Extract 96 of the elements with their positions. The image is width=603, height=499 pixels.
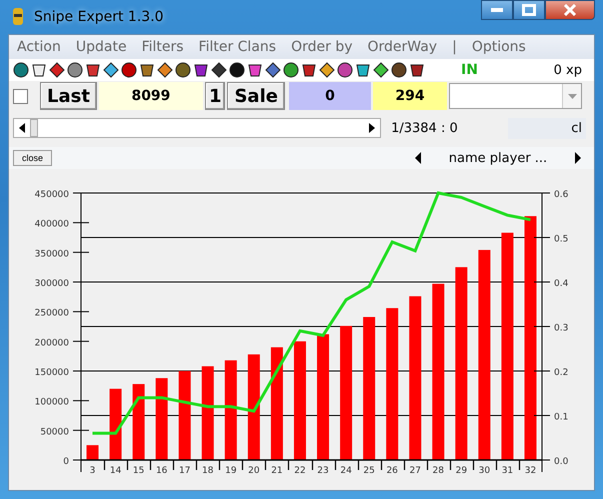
clan-emblem-icon[interactable] — [175, 62, 191, 78]
menu-item[interactable]: Options — [472, 39, 526, 55]
clan-emblem-icon[interactable] — [193, 62, 209, 78]
menu-item[interactable]: Update — [76, 39, 127, 55]
axis-label: 0.1 — [554, 412, 568, 422]
axis-label: 300000 — [34, 279, 69, 289]
axis-label: 0.2 — [554, 368, 568, 378]
clan-emblem-icon[interactable] — [247, 62, 263, 78]
axis-label: 150000 — [34, 368, 69, 378]
menu-item[interactable]: Filters — [142, 39, 184, 55]
axis-label: 0.4 — [554, 279, 568, 289]
clan-emblem-icon[interactable] — [265, 62, 281, 78]
clan-emblem-icon[interactable] — [121, 62, 137, 78]
clan-emblem-icon[interactable] — [229, 62, 245, 78]
axis-label: 0.6 — [554, 190, 568, 200]
axis-label: 14 — [110, 466, 122, 473]
clan-emblem-icon[interactable] — [139, 62, 155, 78]
axis-label: 250000 — [34, 308, 69, 319]
app-icon — [10, 7, 26, 27]
count-button[interactable]: 1 — [204, 82, 226, 110]
axis-label: 0.3 — [554, 324, 568, 334]
column-header[interactable]: name player ... — [428, 150, 568, 166]
clan-emblem-icon[interactable] — [409, 62, 425, 78]
axis-label: 21 — [271, 466, 283, 473]
clan-emblem-icon[interactable] — [211, 62, 227, 78]
maximize-button[interactable] — [513, 0, 545, 20]
axis-label: 30 — [478, 466, 490, 473]
close-icon — [563, 4, 577, 16]
value-field[interactable]: 294 — [372, 82, 447, 110]
status-text: IN — [461, 62, 479, 78]
axis-label: 24 — [340, 466, 352, 473]
bar — [110, 388, 122, 460]
clan-emblem-icon[interactable] — [157, 62, 173, 78]
xp-text: 0 xp — [554, 62, 583, 78]
axis-label: 23 — [317, 466, 329, 473]
axis-label: 15 — [132, 466, 144, 473]
axis-label: 16 — [156, 466, 168, 473]
axis-label: 28 — [432, 466, 444, 473]
dropdown[interactable] — [448, 83, 582, 109]
menu-item[interactable]: Filter Clans — [198, 39, 276, 55]
axis-label: 0 — [63, 457, 69, 467]
axis-label: 50000 — [40, 427, 69, 438]
clan-emblem-icon[interactable] — [49, 62, 65, 78]
axis-label: 100000 — [34, 398, 69, 408]
clan-emblem-icon[interactable] — [31, 62, 47, 78]
bar — [86, 445, 99, 460]
axis-label: 450000 — [34, 190, 69, 200]
last-button[interactable]: Last — [40, 82, 97, 110]
menu-item[interactable]: Action — [17, 39, 61, 55]
previous-icon[interactable] — [414, 152, 422, 164]
axis-label: 29 — [456, 466, 468, 473]
axis-label: 18 — [202, 466, 214, 473]
window-title: Snipe Expert 1.3.0 — [34, 9, 164, 25]
sale-button[interactable]: Sale — [227, 82, 285, 110]
scroll-thumb[interactable] — [30, 119, 38, 137]
clan-emblem-icon[interactable] — [301, 62, 317, 78]
axis-label: 27 — [410, 466, 421, 473]
minimize-icon — [491, 8, 503, 12]
axis-label: 3 — [90, 466, 96, 473]
axis-label: 22 — [294, 466, 306, 473]
axis-label: 20 — [248, 466, 260, 473]
axis-label: 32 — [524, 466, 536, 473]
maximize-icon — [522, 4, 536, 16]
last-value-field[interactable]: 8099 — [98, 82, 203, 110]
clan-emblem-icon[interactable] — [319, 62, 335, 78]
axis-label: 26 — [386, 466, 398, 473]
axis-label: 200000 — [34, 338, 69, 348]
clan-emblem-icon[interactable] — [373, 62, 389, 78]
clan-emblem-icon[interactable] — [283, 62, 299, 78]
horizontal-scrollbar[interactable] — [13, 118, 382, 138]
axis-label: 0.5 — [554, 234, 568, 244]
menu-item[interactable]: OrderWay — [368, 39, 438, 55]
value-field[interactable]: 0 — [288, 82, 371, 110]
axis-label: 400000 — [34, 220, 69, 230]
minimize-button[interactable] — [481, 0, 513, 20]
label-field: cl — [508, 118, 586, 138]
clan-emblem-icon[interactable] — [355, 62, 371, 78]
clan-emblem-icon[interactable] — [391, 62, 407, 78]
axis-label: 19 — [225, 466, 237, 473]
clan-emblem-icon[interactable] — [337, 62, 353, 78]
clan-emblem-icon[interactable] — [103, 62, 119, 78]
menu-item[interactable]: | — [452, 39, 457, 55]
axis-label: 31 — [502, 466, 514, 473]
close-panel-button[interactable]: close — [13, 150, 52, 166]
axis-label: 0.0 — [554, 457, 568, 467]
position-text: 1/3384 : 0 — [391, 120, 459, 136]
axis-label: 25 — [363, 466, 375, 473]
menu-item[interactable]: Order by — [291, 39, 352, 55]
axis-label: 350000 — [34, 249, 69, 260]
axis-label: 17 — [179, 466, 190, 473]
clan-emblem-icon[interactable] — [67, 62, 83, 78]
clan-emblem-icon[interactable] — [13, 62, 29, 78]
next-icon[interactable] — [574, 152, 582, 164]
clan-emblem-icon[interactable] — [85, 62, 101, 78]
close-button[interactable] — [545, 0, 595, 20]
checkbox[interactable] — [13, 88, 28, 104]
